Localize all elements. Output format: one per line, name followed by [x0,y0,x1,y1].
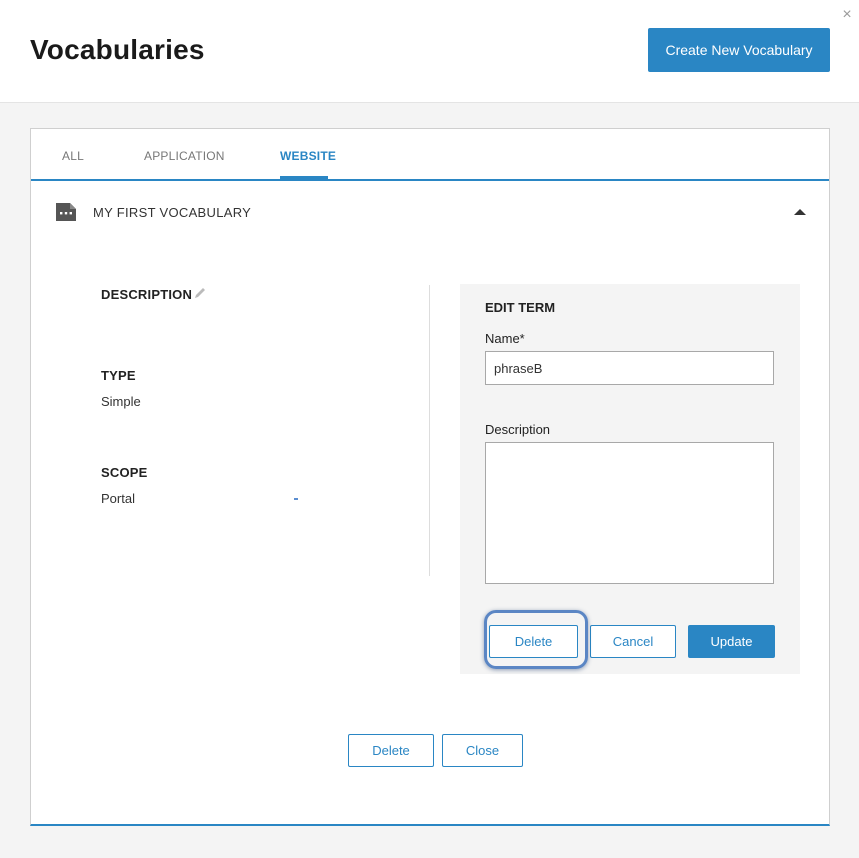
edit-term-form: EDIT TERM Name* Description Delete Cance… [460,284,800,674]
name-label: Name* [485,331,525,346]
vocabulary-icon [56,203,76,221]
vocabulary-row[interactable]: MY FIRST VOCABULARY [31,181,829,237]
column-divider [429,285,430,576]
active-tab-indicator [280,176,328,180]
type-label: TYPE [101,368,136,383]
pencil-icon[interactable] [193,286,207,300]
delete-vocabulary-button[interactable]: Delete [348,734,434,767]
edit-term-title: EDIT TERM [485,300,556,315]
type-value: Simple [101,394,141,409]
scope-value: Portal [101,491,135,506]
scope-label: SCOPE [101,465,148,480]
update-button[interactable]: Update [688,625,775,658]
page-header: Vocabularies Create New Vocabulary [0,0,859,103]
cursor-mark [294,498,298,500]
caret-up-icon[interactable] [793,207,807,217]
tab-application[interactable]: APPLICATION [144,149,225,163]
delete-term-button[interactable]: Delete [489,625,578,658]
tab-bar: ALL APPLICATION WEBSITE [31,129,829,181]
close-icon[interactable]: × [838,6,856,24]
name-input[interactable] [485,351,774,385]
vocabulary-name: MY FIRST VOCABULARY [93,205,252,220]
tab-website[interactable]: WEBSITE [280,149,336,163]
tab-all[interactable]: ALL [62,149,84,163]
create-new-vocabulary-button[interactable]: Create New Vocabulary [648,28,830,72]
vocabulary-panel: ALL APPLICATION WEBSITE MY FIRST VOCABUL… [30,128,830,826]
description-input[interactable] [485,442,774,584]
description-field-label: Description [485,422,551,437]
close-button[interactable]: Close [442,734,523,767]
page-title: Vocabularies [30,34,205,65]
description-label: DESCRIPTION [101,287,193,302]
cancel-button[interactable]: Cancel [590,625,676,658]
